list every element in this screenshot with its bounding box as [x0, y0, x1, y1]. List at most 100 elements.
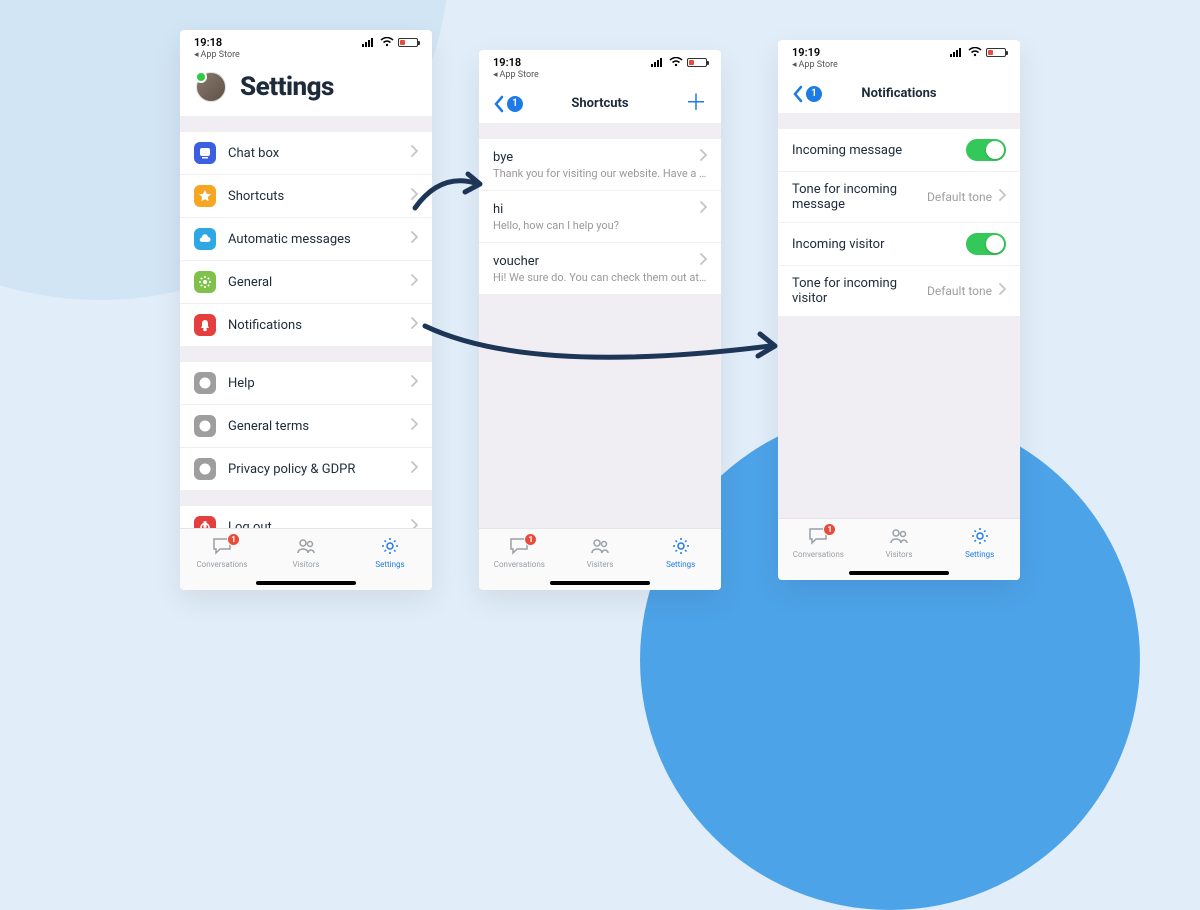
status-bar: 19:18	[180, 30, 432, 50]
tab-conversations[interactable]: 1 Conversations	[180, 529, 264, 576]
shortcut-row-bye[interactable]: bye Thank you for visiting our website. …	[479, 139, 721, 191]
doc-icon	[194, 458, 216, 480]
tab-settings[interactable]: Settings	[640, 529, 721, 576]
chevron-right-icon	[998, 189, 1006, 205]
chevron-right-icon	[699, 149, 707, 165]
flow-arrow-1	[410, 168, 490, 218]
visitors-icon	[889, 527, 909, 549]
row-label: Automatic messages	[228, 232, 410, 247]
status-time: 19:19	[792, 46, 820, 59]
settings-row-automatic-messages[interactable]: Automatic messages	[180, 218, 432, 261]
chat-icon: 1	[808, 527, 828, 549]
row-label: Privacy policy & GDPR	[228, 462, 410, 477]
settings-row-shortcuts[interactable]: Shortcuts	[180, 175, 432, 218]
chevron-right-icon	[410, 375, 418, 391]
settings-row-help[interactable]: ? Help	[180, 362, 432, 405]
chevron-right-icon	[410, 317, 418, 333]
gear-icon	[672, 537, 690, 559]
shortcut-row-hi[interactable]: hi Hello, how can I help you?	[479, 191, 721, 243]
battery-icon	[986, 48, 1006, 57]
chevron-right-icon	[410, 231, 418, 247]
help-icon: ?	[194, 372, 216, 394]
tab-settings[interactable]: Settings	[939, 519, 1020, 566]
add-button[interactable]: ＋	[685, 93, 707, 115]
wifi-icon	[968, 47, 982, 57]
row-label: Tone for incoming message	[792, 182, 927, 212]
shortcut-preview: Hello, how can I help you?	[493, 219, 707, 232]
tab-conversations[interactable]: 1 Conversations	[479, 529, 560, 576]
power-icon	[194, 516, 216, 528]
back-to-appstore[interactable]: ◂ App Store	[778, 60, 1020, 74]
doc-icon	[194, 415, 216, 437]
settings-list: Chat box Shortcuts Automatic messages Ge…	[180, 117, 432, 528]
page-title: Settings	[240, 72, 334, 102]
notif-row-tone-for-incoming-message[interactable]: Tone for incoming message Default tone	[778, 172, 1020, 223]
home-indicator[interactable]	[778, 566, 1020, 580]
status-bar: 19:18	[479, 50, 721, 70]
cloud-icon	[194, 228, 216, 250]
phone-notifications: 19:19 ◂ App Store 1 Notifications Incomi…	[778, 40, 1020, 580]
row-label: Shortcuts	[228, 189, 410, 204]
tab-visitors[interactable]: Visitors	[859, 519, 940, 566]
toggle-switch[interactable]	[966, 233, 1006, 255]
home-indicator[interactable]	[479, 576, 721, 590]
chevron-right-icon	[410, 145, 418, 161]
back-to-appstore[interactable]: ◂ App Store	[180, 50, 432, 64]
row-value: Default tone	[927, 190, 992, 204]
status-icons	[651, 57, 707, 67]
avatar[interactable]	[196, 72, 226, 102]
home-indicator[interactable]	[180, 576, 432, 590]
tab-bar: 1 Conversations Visitors Settings	[180, 528, 432, 576]
gear-icon	[194, 271, 216, 293]
nav-title: Notifications	[778, 86, 1020, 101]
cellular-icon	[651, 57, 665, 67]
tab-conversations[interactable]: 1 Conversations	[778, 519, 859, 566]
shortcut-name: bye	[493, 150, 699, 165]
wifi-icon	[669, 57, 683, 67]
row-label: General	[228, 275, 410, 290]
flow-arrow-2	[420, 316, 790, 376]
tab-badge: 1	[227, 533, 240, 546]
tab-settings[interactable]: Settings	[348, 529, 432, 576]
shortcut-preview: Thank you for visiting our website. Have…	[493, 167, 707, 180]
row-label: Incoming message	[792, 143, 966, 158]
svg-text:?: ?	[203, 379, 207, 388]
row-label: General terms	[228, 419, 410, 434]
back-to-appstore[interactable]: ◂ App Store	[479, 70, 721, 84]
settings-row-privacy-policy-gdpr[interactable]: Privacy policy & GDPR	[180, 448, 432, 490]
cellular-icon	[950, 47, 964, 57]
chat-icon: 1	[212, 537, 232, 559]
status-time: 19:18	[194, 36, 222, 49]
chevron-right-icon	[410, 461, 418, 477]
tab-bar: 1 Conversations Visitors Settings	[778, 518, 1020, 566]
battery-icon	[398, 38, 418, 47]
notif-row-tone-for-incoming-visitor[interactable]: Tone for incoming visitor Default tone	[778, 266, 1020, 316]
settings-row-notifications[interactable]: Notifications	[180, 304, 432, 346]
shortcut-preview: Hi! We sure do. You can check them out a…	[493, 271, 707, 284]
row-label: Tone for incoming visitor	[792, 276, 927, 306]
tab-visitors[interactable]: Visiters	[560, 529, 641, 576]
notif-row-incoming-visitor[interactable]: Incoming visitor	[778, 223, 1020, 266]
tab-badge: 1	[823, 523, 836, 536]
status-time: 19:18	[493, 56, 521, 69]
cellular-icon	[362, 37, 376, 47]
settings-row-general-terms[interactable]: General terms	[180, 405, 432, 448]
chatbox-icon	[194, 142, 216, 164]
battery-icon	[687, 58, 707, 67]
nav-header: 1 Shortcuts ＋	[479, 84, 721, 124]
notif-row-incoming-message[interactable]: Incoming message	[778, 129, 1020, 172]
tab-visitors[interactable]: Visitors	[264, 529, 348, 576]
toggle-switch[interactable]	[966, 139, 1006, 161]
tab-bar: 1 Conversations Visiters Settings	[479, 528, 721, 576]
settings-row-general[interactable]: General	[180, 261, 432, 304]
shortcut-row-voucher[interactable]: voucher Hi! We sure do. You can check th…	[479, 243, 721, 294]
row-label: Chat box	[228, 146, 410, 161]
settings-row-log-out[interactable]: Log out	[180, 506, 432, 528]
chevron-right-icon	[410, 519, 418, 528]
phone-settings: 19:18 ◂ App Store Settings Chat box Shor…	[180, 30, 432, 590]
visitors-icon	[296, 537, 316, 559]
status-icons	[362, 37, 418, 47]
settings-row-chat-box[interactable]: Chat box	[180, 132, 432, 175]
status-bar: 19:19	[778, 40, 1020, 60]
chevron-right-icon	[699, 253, 707, 269]
